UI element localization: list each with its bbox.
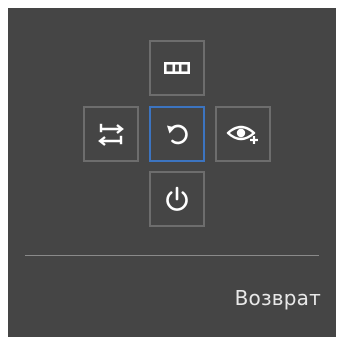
- power-button[interactable]: [149, 171, 205, 227]
- menu-grid-icon: [164, 62, 190, 74]
- menu-button[interactable]: [149, 40, 205, 96]
- action-label: Возврат: [234, 286, 321, 310]
- return-arrow-icon: [167, 124, 188, 145]
- return-button[interactable]: [149, 106, 205, 162]
- divider: [25, 255, 319, 256]
- power-icon: [166, 186, 188, 211]
- osd-panel: Возврат: [8, 8, 336, 337]
- source-switch-button[interactable]: [83, 106, 139, 162]
- switch-arrows-icon: [98, 123, 124, 146]
- eye-saver-button[interactable]: [215, 106, 271, 162]
- eye-saver-icon: [226, 125, 258, 144]
